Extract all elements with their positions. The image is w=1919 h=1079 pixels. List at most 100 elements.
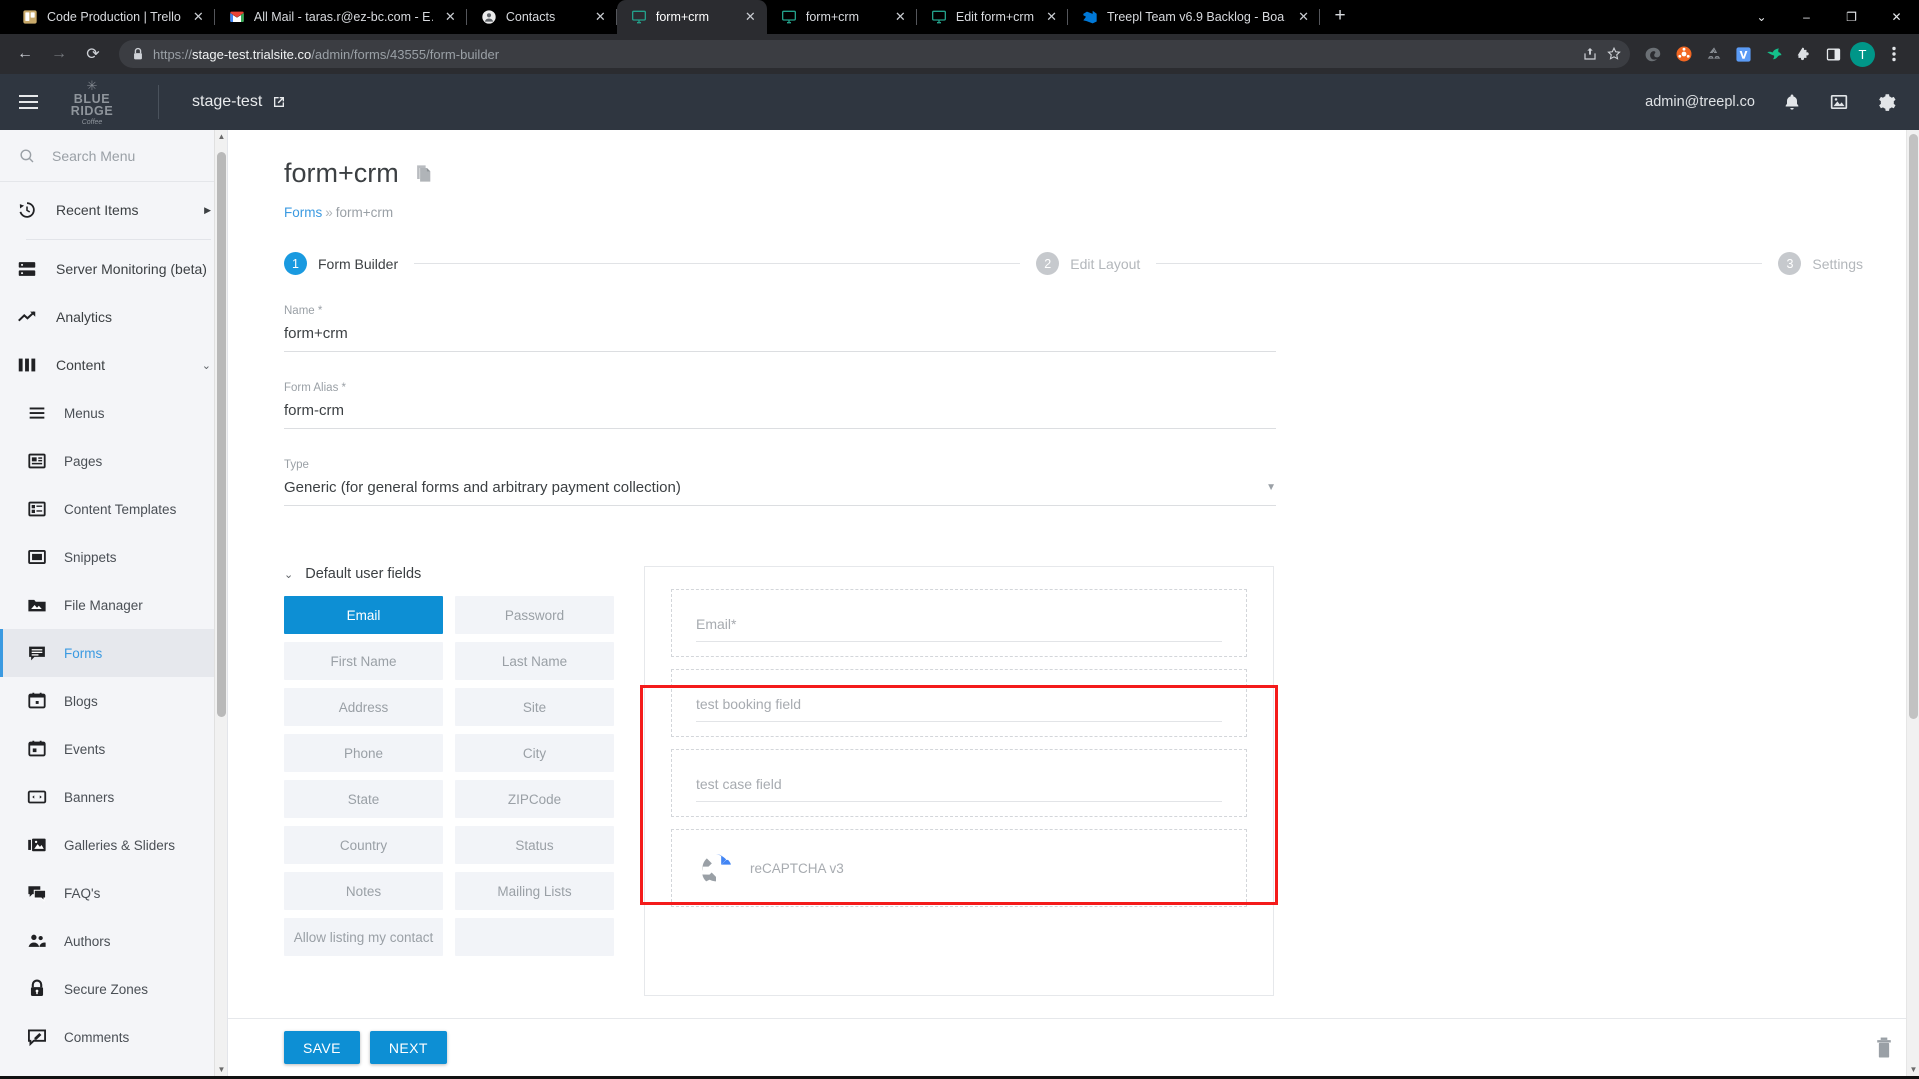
save-button[interactable]: SAVE (284, 1031, 360, 1064)
site-switcher[interactable]: stage-test (192, 93, 287, 111)
name-field[interactable]: Name * form+crm (284, 305, 1276, 352)
reload-button[interactable]: ⟳ (77, 38, 109, 70)
sidebar-item-snippets[interactable]: Snippets (0, 533, 227, 581)
sidebar-item-faqs[interactable]: FAQ's (0, 869, 227, 917)
tab-close-button[interactable]: ✕ (592, 9, 609, 26)
address-bar[interactable]: https://stage-test.trialsite.co/admin/fo… (119, 40, 1630, 68)
next-button[interactable]: NEXT (369, 1031, 447, 1064)
sidebar-item-galleries-sliders[interactable]: Galleries & Sliders (0, 821, 227, 869)
sidebar-item-file-manager[interactable]: File Manager (0, 581, 227, 629)
scrollbar-thumb[interactable] (1909, 134, 1918, 719)
field-chip-allow-listing[interactable]: Allow listing my contact (284, 918, 443, 956)
sidebar-item-banners[interactable]: Banners (0, 773, 227, 821)
field-chip-last-name[interactable]: Last Name (455, 642, 614, 680)
tab-close-button[interactable]: ✕ (892, 9, 909, 26)
browser-tab[interactable]: Code Production | Trello ✕ (8, 0, 215, 34)
hamburger-icon[interactable] (0, 101, 56, 103)
step-form-builder[interactable]: 1 Form Builder (284, 252, 398, 275)
field-chip-email[interactable]: Email (284, 596, 443, 634)
sidebar-item-content-templates[interactable]: Content Templates (0, 485, 227, 533)
scroll-up-arrow[interactable]: ▲ (217, 132, 226, 141)
field-chip-state[interactable]: State (284, 780, 443, 818)
field-chip-status[interactable]: Status (455, 826, 614, 864)
tab-close-button[interactable]: ✕ (190, 9, 207, 26)
pane-header[interactable]: ⌄ Default user fields (284, 566, 614, 582)
field-value[interactable]: form+crm (284, 317, 1276, 352)
bookmark-star-icon[interactable] (1606, 46, 1622, 62)
scrollbar-thumb[interactable] (217, 152, 226, 717)
chevron-down-icon[interactable]: ▼ (1266, 482, 1276, 493)
minimize-button[interactable]: – (1784, 0, 1829, 34)
preview-field-test-case[interactable]: test case field (671, 749, 1247, 817)
field-chip-country[interactable]: Country (284, 826, 443, 864)
form-alias-field[interactable]: Form Alias * form-crm (284, 382, 1276, 429)
sidebar-item-blogs[interactable]: Blogs (0, 677, 227, 725)
bell-icon[interactable] (1782, 92, 1802, 112)
share-icon[interactable] (1582, 46, 1598, 62)
sidebar-item-secure-zones[interactable]: Secure Zones (0, 965, 227, 1013)
sidebar-item-recent-items[interactable]: Recent Items ▶ (0, 186, 227, 234)
field-chip-notes[interactable]: Notes (284, 872, 443, 910)
v-badge-icon[interactable] (1730, 41, 1757, 68)
preview-field-recaptcha[interactable]: reCAPTCHA v3 (671, 829, 1247, 907)
breadcrumb-root-link[interactable]: Forms (284, 205, 322, 220)
sidebar-item-forms[interactable]: Forms (0, 629, 227, 677)
browser-tab-active[interactable]: form+crm ✕ (616, 0, 767, 34)
new-tab-button[interactable]: + (1326, 3, 1354, 31)
browser-tab[interactable]: All Mail - taras.r@ez-bc.com - E… ✕ (215, 0, 467, 34)
edge-copilot-icon[interactable] (1640, 41, 1667, 68)
forward-button[interactable]: → (43, 38, 75, 70)
browser-tab[interactable]: Edit form+crm ✕ (917, 0, 1069, 34)
step-settings[interactable]: 3 Settings (1778, 252, 1863, 275)
profile-avatar[interactable]: T (1849, 41, 1876, 68)
sidebar-item-server-monitoring[interactable]: Server Monitoring (beta) (0, 245, 227, 293)
preview-field-email[interactable]: Email* (671, 589, 1247, 657)
field-value[interactable]: form-crm (284, 394, 1276, 429)
field-chip-empty[interactable] (455, 918, 614, 956)
type-select[interactable]: Type Generic (for general forms and arbi… (284, 459, 1276, 506)
search-input[interactable]: Search Menu (0, 130, 227, 182)
main-scrollbar[interactable]: ▲ ▼ (1906, 130, 1919, 1076)
puzzle-icon[interactable] (1790, 41, 1817, 68)
sidebar-item-content[interactable]: Content ⌄ (0, 341, 227, 389)
sidebar-item-pages[interactable]: Pages (0, 437, 227, 485)
trash-icon[interactable] (1873, 1036, 1895, 1060)
field-chip-address[interactable]: Address (284, 688, 443, 726)
back-button[interactable]: ← (9, 38, 41, 70)
field-chip-site[interactable]: Site (455, 688, 614, 726)
field-chip-phone[interactable]: Phone (284, 734, 443, 772)
field-chip-zipcode[interactable]: ZIPCode (455, 780, 614, 818)
sidebar-item-authors[interactable]: Authors (0, 917, 227, 965)
sidebar-item-menus[interactable]: Menus (0, 389, 227, 437)
three-dot-menu-icon[interactable] (1878, 38, 1910, 70)
sidebar-item-analytics[interactable]: Analytics (0, 293, 227, 341)
sidepanel-icon[interactable] (1820, 41, 1847, 68)
browser-tab[interactable]: form+crm ✕ (767, 0, 917, 34)
bird-icon[interactable] (1760, 41, 1787, 68)
tab-close-button[interactable]: ✕ (742, 9, 759, 26)
orange-ball-icon[interactable] (1670, 41, 1697, 68)
sidebar-item-comments[interactable]: Comments (0, 1013, 227, 1061)
gear-icon[interactable] (1876, 92, 1897, 113)
tab-search-dropdown-button[interactable]: ⌄ (1739, 0, 1784, 34)
field-chip-password[interactable]: Password (455, 596, 614, 634)
tab-close-button[interactable]: ✕ (442, 9, 459, 26)
sidebar-scrollbar[interactable]: ▲ ▼ (214, 130, 227, 1076)
sidebar-item-events[interactable]: Events (0, 725, 227, 773)
field-chip-first-name[interactable]: First Name (284, 642, 443, 680)
external-link-icon[interactable] (271, 94, 287, 110)
field-chip-mailing-lists[interactable]: Mailing Lists (455, 872, 614, 910)
chevron-down-icon[interactable]: ⌄ (284, 568, 293, 581)
recycle-icon[interactable] (1700, 41, 1727, 68)
scroll-down-arrow[interactable]: ▼ (217, 1065, 226, 1074)
preview-field-test-booking[interactable]: test booking field (671, 669, 1247, 737)
image-icon[interactable] (1829, 92, 1849, 112)
scroll-down-arrow[interactable]: ▼ (1909, 1065, 1918, 1074)
close-window-button[interactable]: ✕ (1874, 0, 1919, 34)
tab-close-button[interactable]: ✕ (1043, 9, 1060, 26)
field-chip-city[interactable]: City (455, 734, 614, 772)
step-edit-layout[interactable]: 2 Edit Layout (1036, 252, 1140, 275)
maximize-button[interactable]: ❐ (1829, 0, 1874, 34)
copy-icon[interactable] (415, 164, 432, 183)
browser-tab[interactable]: Treepl Team v6.9 Backlog - Boa… ✕ (1068, 0, 1321, 34)
